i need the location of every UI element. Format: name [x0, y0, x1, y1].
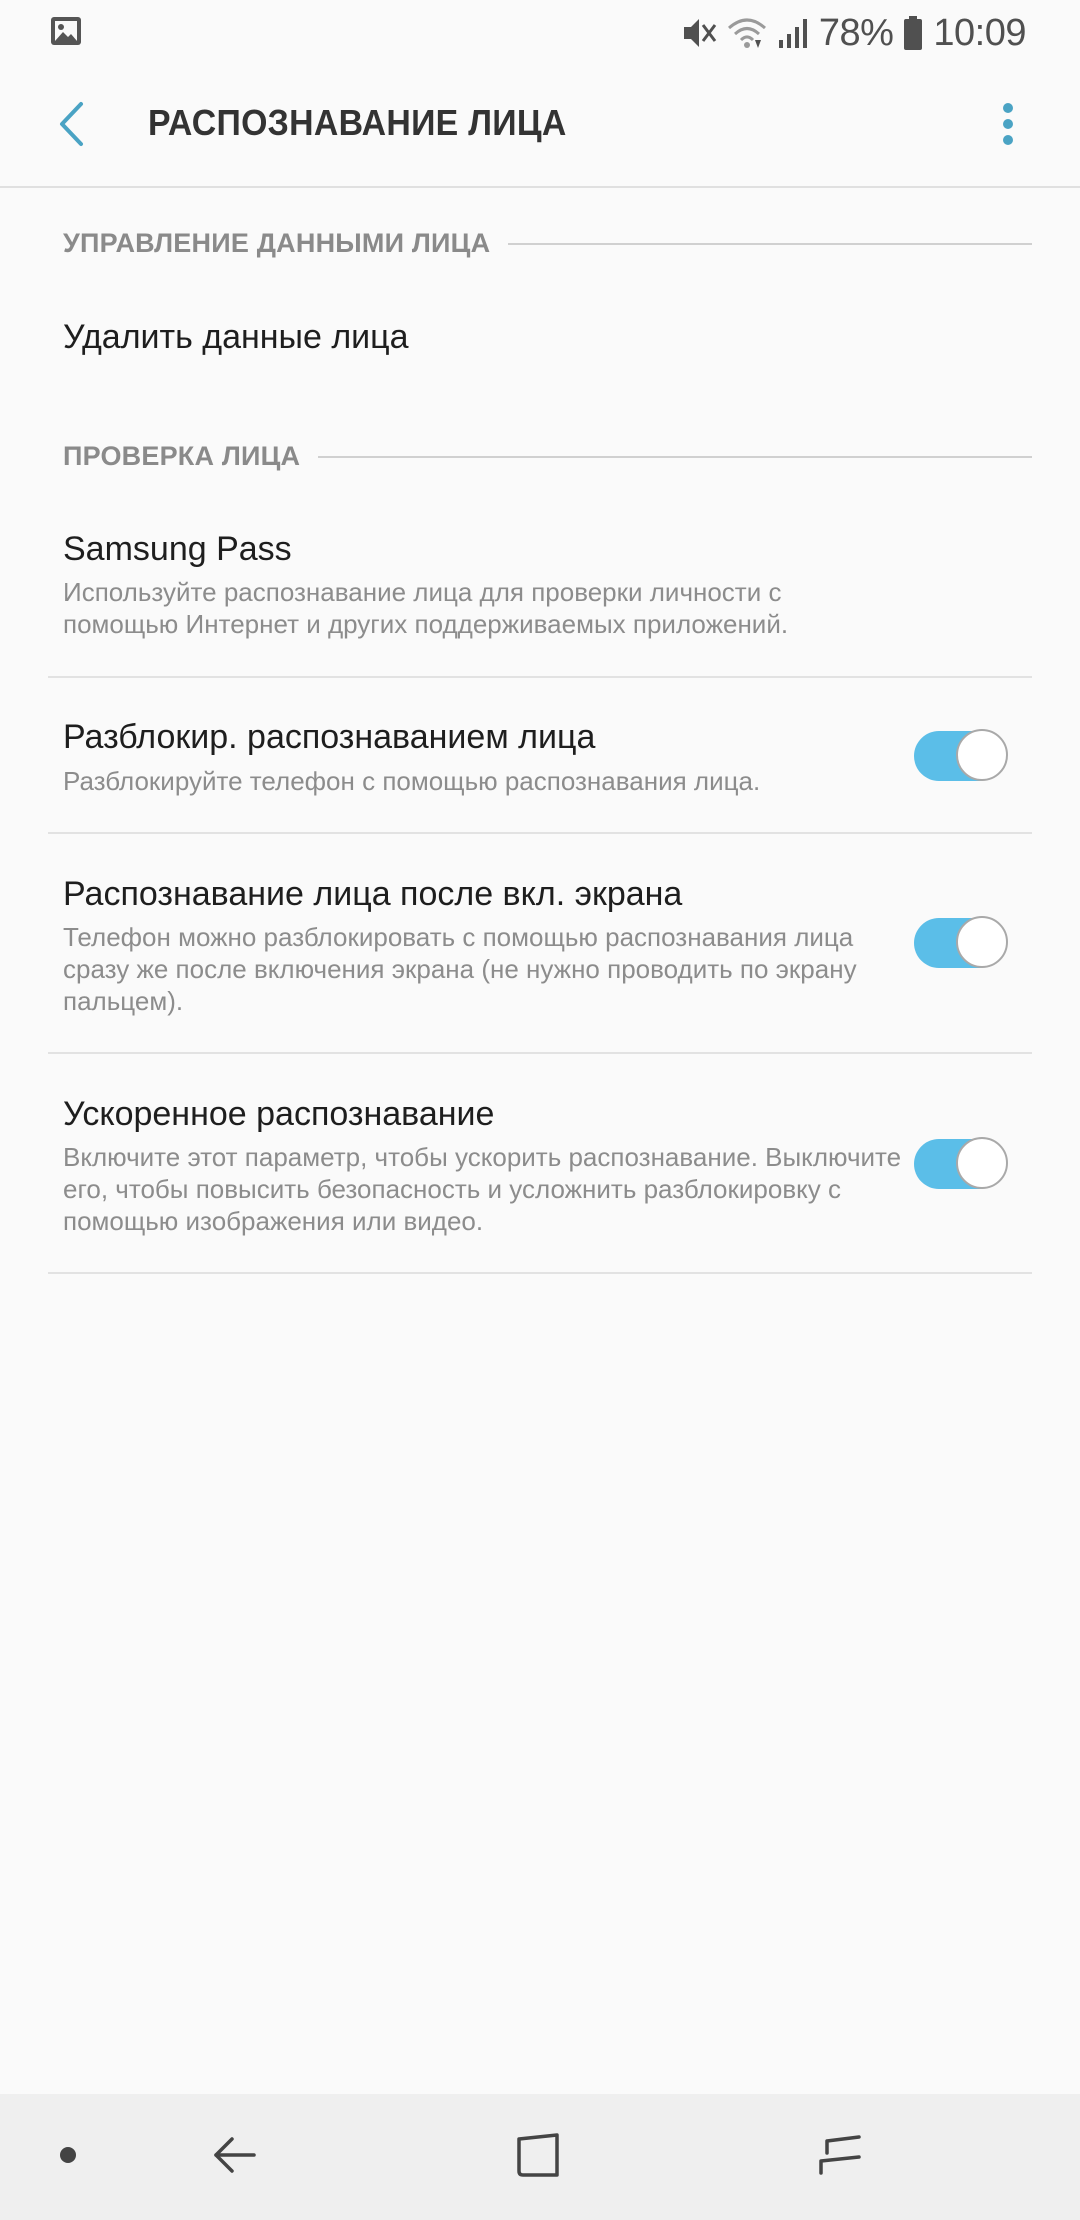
screen-on-recognition-title[interactable]: Распознавание лица после вкл. экрана [63, 875, 682, 914]
face-unlock-summary: Разблокируйте телефон с помощью распозна… [63, 766, 761, 796]
faster-recognition-title[interactable]: Ускоренное распознавание [63, 1095, 494, 1134]
section-header-label: УПРАВЛЕНИЕ ДАННЫМИ ЛИЦА [63, 228, 491, 258]
back-arrow-icon [57, 101, 87, 152]
more-options-button[interactable] [976, 94, 1040, 158]
face-unlock-title[interactable]: Разблокир. распознаванием лица [63, 718, 595, 757]
toggle-thumb [956, 916, 1008, 968]
section-divider [508, 242, 1032, 245]
dot-icon [59, 2146, 77, 2169]
page-title: РАСПОЗНАВАНИЕ ЛИЦА [148, 102, 567, 143]
list-divider [48, 832, 1032, 834]
section-divider [318, 455, 1032, 458]
nav-recents-button[interactable] [795, 2114, 885, 2200]
face-unlock-toggle[interactable] [910, 727, 1010, 785]
clock: 10:09 [933, 11, 1026, 54]
recents-icon [817, 2133, 863, 2182]
signal-icon [777, 16, 809, 50]
toggle-thumb [956, 1137, 1008, 1189]
screen-on-recognition-summary: Телефон можно разблокировать с помощью р… [63, 922, 857, 1016]
toggle-thumb [956, 729, 1008, 781]
delete-face-data-item[interactable]: Удалить данные лица [63, 318, 409, 357]
app-bar: РАСПОЗНАВАНИЕ ЛИЦА [0, 64, 1080, 188]
nav-home-button[interactable] [493, 2114, 583, 2200]
navigation-bar [0, 2094, 1080, 2220]
home-icon [515, 2131, 561, 2184]
back-button[interactable] [40, 90, 104, 162]
list-divider [48, 1272, 1032, 1274]
faster-recognition-toggle[interactable] [910, 1135, 1010, 1193]
status-bar: 78% 10:09 [0, 0, 1080, 64]
image-icon [50, 16, 82, 46]
battery-percent: 78% [818, 11, 894, 54]
list-divider [48, 676, 1032, 678]
section-header-face-verification: ПРОВЕРКА ЛИЦА [63, 441, 1032, 472]
more-vert-icon [1002, 102, 1014, 151]
section-header-face-data: УПРАВЛЕНИЕ ДАННЫМИ ЛИЦА [63, 228, 1032, 259]
section-header-label: ПРОВЕРКА ЛИЦА [63, 441, 301, 471]
screen-on-recognition-toggle[interactable] [910, 914, 1010, 972]
list-divider [48, 1052, 1032, 1054]
back-icon [212, 2135, 258, 2180]
wifi-icon [727, 16, 767, 50]
samsung-pass-summary: Используйте распознавание лица для прове… [63, 577, 789, 639]
nav-back-button[interactable] [190, 2114, 280, 2200]
nav-dot-button[interactable] [23, 2114, 113, 2200]
faster-recognition-summary: Включите этот параметр, чтобы ускорить р… [63, 1142, 902, 1236]
samsung-pass-title[interactable]: Samsung Pass [63, 530, 292, 569]
battery-icon [903, 15, 923, 51]
mute-icon [681, 15, 717, 51]
